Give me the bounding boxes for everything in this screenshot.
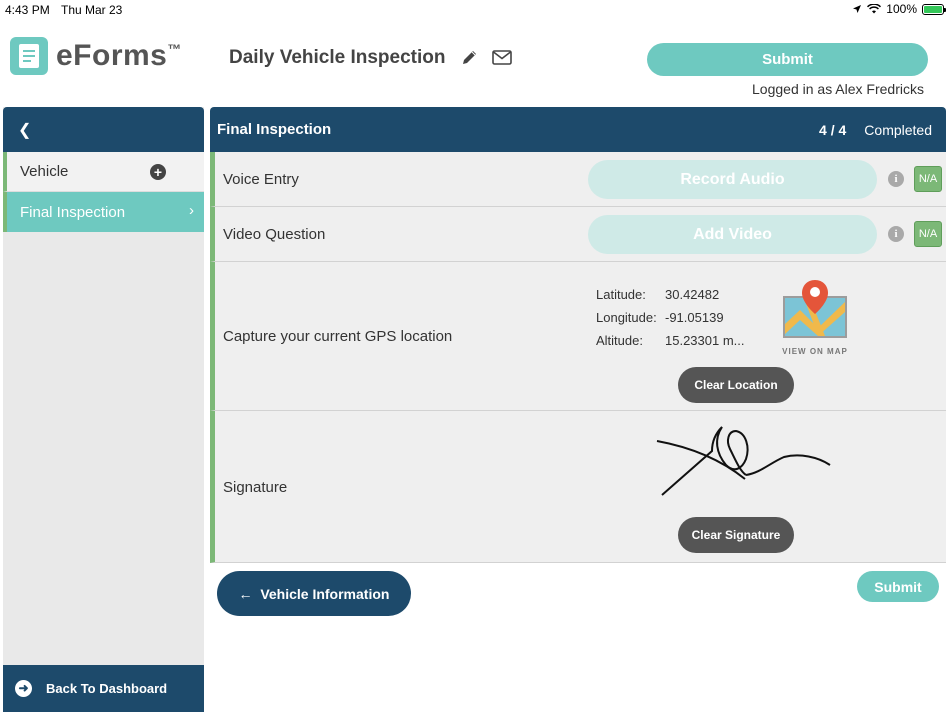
vehicle-information-button[interactable]: ← Vehicle Information (217, 571, 411, 616)
view-on-map-button[interactable]: VIEW ON MAP (780, 276, 850, 356)
back-to-dashboard-label: Back To Dashboard (46, 681, 168, 696)
question-gps: Capture your current GPS location Latitu… (210, 262, 946, 411)
wifi-icon (867, 4, 882, 14)
email-icon[interactable] (492, 50, 512, 65)
app-name: eForms™ (56, 39, 182, 72)
battery-icon (922, 3, 946, 15)
arrow-left-circle-icon: ➜ (15, 680, 32, 697)
app-logo: eForms™ (10, 37, 182, 75)
info-icon[interactable]: i (888, 171, 904, 187)
question-voice-entry: Voice Entry Record Audio i N/A (210, 152, 946, 207)
add-icon[interactable]: + (150, 164, 166, 180)
map-pin-icon (783, 280, 847, 338)
sidebar-item-final-inspection[interactable]: Final Inspection › (3, 192, 204, 232)
altitude-value: 15.23301 m... (665, 333, 745, 348)
question-video: Video Question Add Video i N/A (210, 207, 946, 262)
info-icon[interactable]: i (888, 226, 904, 242)
question-signature: Signature Clear Signature (210, 411, 946, 563)
na-button[interactable]: N/A (914, 221, 942, 247)
back-to-dashboard-button[interactable]: ➜ Back To Dashboard (3, 665, 204, 712)
sidebar-item-label: Vehicle (20, 163, 69, 180)
clear-location-button[interactable]: Clear Location (678, 367, 794, 403)
status-bar: 4:43 PM Thu Mar 23 100% (0, 0, 950, 20)
question-label: Signature (223, 479, 288, 496)
pencil-icon[interactable] (461, 49, 478, 66)
status-right: 100% (852, 2, 946, 16)
sidebar-item-label: Final Inspection (20, 203, 126, 221)
view-on-map-caption: VIEW ON MAP (782, 347, 848, 356)
na-button[interactable]: N/A (914, 166, 942, 192)
longitude-value: -91.05139 (665, 310, 724, 325)
form-title: Daily Vehicle Inspection (229, 47, 446, 68)
question-label: Voice Entry (223, 171, 299, 188)
record-audio-button[interactable]: Record Audio (588, 160, 877, 199)
eforms-logo-icon (10, 37, 48, 75)
section-title: Final Inspection (217, 121, 332, 138)
longitude-key: Longitude: (596, 310, 657, 325)
status-date: Thu Mar 23 (61, 3, 123, 17)
status-time: 4:43 PM (5, 3, 50, 17)
main-panel: Final Inspection 4 / 4 Completed Voice En… (210, 107, 946, 563)
logged-in-text: Logged in as Alex Fredricks (752, 81, 924, 97)
latitude-value: 30.42482 (665, 287, 720, 302)
question-label: Capture your current GPS location (223, 328, 453, 345)
section-status: Completed (864, 122, 932, 138)
section-header: Final Inspection 4 / 4 Completed (210, 107, 946, 152)
gps-readout: Latitude: 30.42482 Longitude: -91.05139 Al… (596, 283, 745, 352)
vehicle-information-label: Vehicle Information (260, 585, 390, 602)
battery-percent: 100% (886, 2, 917, 16)
bottom-submit-button[interactable]: Submit (857, 571, 939, 602)
sidebar: ❮ Vehicle + Final Inspection › ➜ Back To… (3, 107, 204, 712)
clear-signature-button[interactable]: Clear Signature (678, 517, 794, 553)
altitude-key: Altitude: (596, 333, 643, 348)
sidebar-header: ❮ (3, 107, 204, 152)
latitude-key: Latitude: (596, 287, 646, 302)
add-video-button[interactable]: Add Video (588, 215, 877, 254)
arrow-left-icon: ← (238, 585, 261, 602)
location-icon (853, 5, 862, 13)
title-actions (461, 49, 512, 66)
back-chevron-icon[interactable]: ❮ (18, 120, 31, 140)
section-progress: 4 / 4 Completed (819, 122, 932, 138)
question-label: Video Question (223, 226, 326, 243)
chevron-right-icon: › (189, 202, 194, 219)
submit-button[interactable]: Submit (647, 43, 928, 76)
signature-image[interactable] (650, 419, 840, 499)
sidebar-item-vehicle[interactable]: Vehicle + (3, 152, 204, 192)
